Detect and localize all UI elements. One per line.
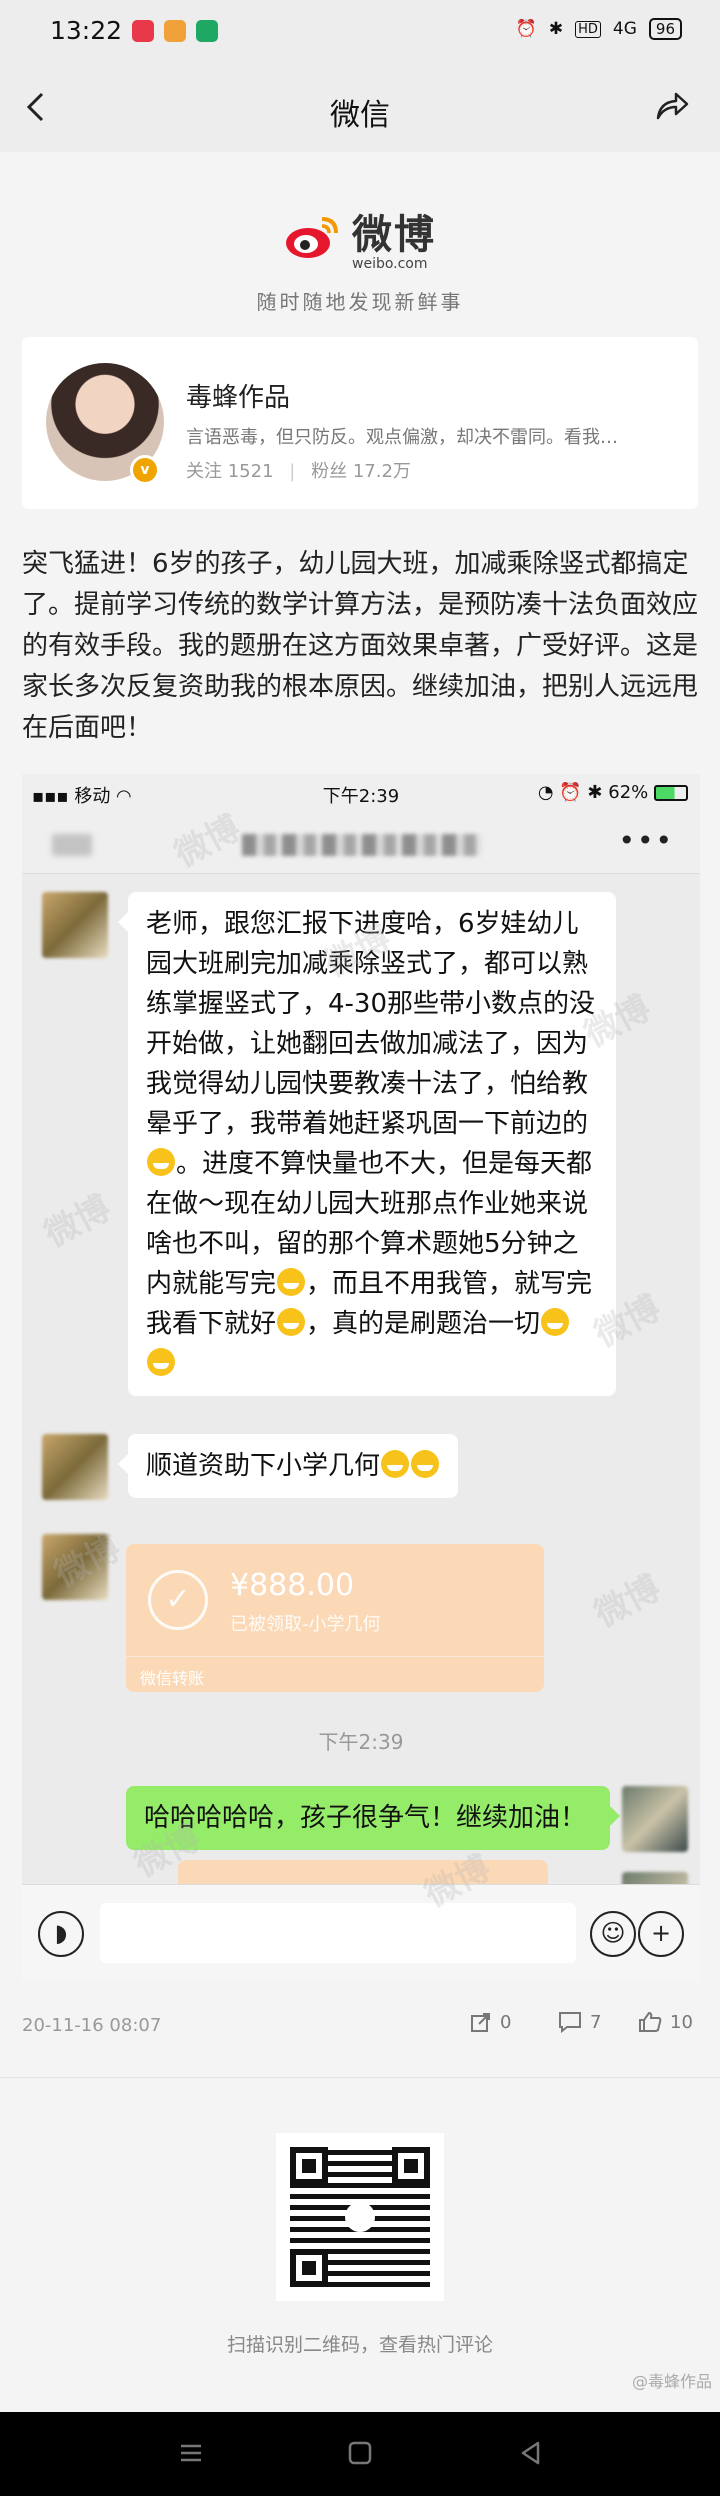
qr-pattern: [290, 2147, 430, 2287]
app-notification-icon: [164, 20, 186, 42]
post-date: 20-11-16 08:07: [22, 2015, 162, 2036]
weibo-slogan: 随时随地发现新鲜事: [256, 290, 464, 314]
qr-finder: [290, 2147, 328, 2185]
battery-icon: 96: [648, 18, 682, 40]
following-label: 关注: [186, 461, 222, 482]
profile-name[interactable]: 毒蜂作品: [186, 377, 290, 414]
weibo-logo: 微博 weibo.com: [0, 202, 720, 272]
laughing-emoji-icon: [147, 1148, 175, 1176]
weibo-logo-icon: [345, 2202, 375, 2232]
app-notification-icon: [132, 20, 154, 42]
qr-section: 扫描识别二维码，查看热门评论 @毒蜂作品: [0, 2077, 720, 2412]
status-indicators: ⏰ ✱ HD 4G 96: [516, 18, 682, 40]
emoji-icon: ☺: [590, 1911, 636, 1957]
grinning-emoji-icon: [541, 1308, 570, 1336]
sender-avatar: [42, 892, 108, 958]
post-text: 突飞猛进！6岁的孩子，幼儿园大班，加减乘除竖式都搞定了。提前学习传统的数学计算方…: [22, 549, 699, 743]
self-avatar: [622, 1786, 688, 1852]
qr-finder: [392, 2147, 430, 2185]
bluetooth-icon: ✱: [548, 19, 564, 39]
like-count: 10: [670, 2011, 693, 2033]
laughing-emoji-icon: [277, 1268, 306, 1296]
sender-avatar: [42, 1534, 108, 1600]
signal-label: 4G: [612, 19, 637, 39]
weibo-header: 微博 weibo.com 随时随地发现新鲜事: [0, 202, 720, 315]
weibo-page: 微博 weibo.com 随时随地发现新鲜事 v 毒蜂作品 言语恶毒，但只防反。…: [0, 152, 720, 2412]
message-input: [100, 1903, 576, 1963]
status-bar: 13:22 ⏰ ✱ HD 4G 96: [0, 0, 720, 62]
screenshot-chat-header: •••: [22, 812, 700, 874]
stats-divider: |: [289, 461, 296, 482]
watermark: 微博: [38, 1187, 118, 1256]
qr-finder: [290, 2249, 328, 2287]
share-icon[interactable]: [654, 88, 690, 124]
blurred-back-label: [52, 834, 92, 856]
check-icon: ✓: [148, 1570, 208, 1630]
chat-message-bubble-self: 哈哈哈哈哈，孩子很争气！继续加油！: [126, 1786, 620, 1850]
comment-button[interactable]: 7: [558, 2011, 601, 2033]
thumbs-up-icon: [639, 2011, 662, 2032]
repost-icon: [471, 2013, 490, 2032]
grinning-emoji-icon: [381, 1450, 410, 1478]
repost-button[interactable]: 0: [470, 2011, 511, 2033]
transfer-card: ✓ ¥888.00 已被领取-小学几何 微信转账: [126, 1544, 544, 1692]
alarm-icon: ⏰: [515, 19, 537, 39]
hd-icon: HD: [575, 20, 601, 38]
transfer-amount: ¥888.00: [230, 1568, 355, 1603]
grinning-emoji-icon: [147, 1348, 175, 1376]
watermark: 微博: [588, 1567, 668, 1636]
grinning-emoji-icon: [277, 1308, 306, 1336]
repost-count: 0: [500, 2011, 512, 2033]
comment-count: 7: [590, 2011, 602, 2033]
chat-message-bubble: 顺道资助下小学几何: [117, 1434, 459, 1498]
home-icon[interactable]: [347, 2440, 373, 2466]
nav-bar: 微信: [0, 62, 720, 152]
screenshot-battery: ◔ ⏰ ✱ 62%: [538, 782, 688, 803]
sender-avatar: [42, 1434, 108, 1500]
weibo-eye-icon: [286, 217, 338, 258]
qr-code[interactable]: [276, 2133, 444, 2301]
transfer-footer: 微信转账: [126, 1656, 544, 1692]
chat-timestamp: 下午2:39: [318, 1730, 404, 1754]
qr-caption: 扫描识别二维码，查看热门评论: [226, 2334, 493, 2356]
like-button[interactable]: 10: [638, 2011, 693, 2033]
voice-icon: ◗: [38, 1911, 84, 1957]
comment-icon: [559, 2012, 581, 2033]
grinning-emoji-icon: [411, 1450, 440, 1478]
chat-screenshot-image[interactable]: ▪▪▪ 移动 ◠ 下午2:39 ◔ ⏰ ✱ 62% ••• 老师，跟您汇报下进度…: [22, 774, 700, 1982]
app-notification-icon: [196, 20, 218, 42]
status-time: 13:22: [50, 16, 123, 45]
weibo-logo-text: 微博: [352, 212, 436, 258]
profile-card[interactable]: v 毒蜂作品 言语恶毒，但只防反。观点偏激，却决不雷同。看我… 关注 1521 …: [22, 337, 698, 509]
transfer-status: 已被领取-小学几何: [230, 1614, 381, 1635]
plus-icon: +: [638, 1911, 684, 1957]
menu-icon[interactable]: [178, 2440, 204, 2466]
system-nav-bar: [0, 2412, 720, 2496]
followers-count: 17.2万: [352, 461, 411, 482]
post-footer: 20-11-16 08:07 0 7 10: [0, 2007, 720, 2057]
author-watermark: @毒蜂作品: [631, 2372, 712, 2391]
verified-badge-icon: v: [130, 455, 160, 485]
back-icon[interactable]: [518, 2440, 544, 2466]
following-count: 1521: [227, 461, 274, 482]
page-title: 微信: [330, 98, 390, 133]
followers-label: 粉丝: [311, 461, 348, 482]
blurred-chat-title: [242, 834, 482, 856]
profile-bio: 言语恶毒，但只防反。观点偏激，却决不雷同。看我…: [186, 427, 618, 448]
screenshot-input-bar: ◗ ☺ +: [22, 1884, 700, 1982]
more-dots-icon: •••: [618, 824, 674, 857]
screenshot-status-bar: ▪▪▪ 移动 ◠ 下午2:39 ◔ ⏰ ✱ 62%: [22, 774, 700, 812]
profile-stats: 关注 1521 | 粉丝 17.2万: [186, 457, 411, 483]
chat-message-bubble: 老师，跟您汇报下进度哈，6岁娃幼儿园大班刷完加减乘除竖式了，都可以熟练掌握竖式了…: [118, 892, 616, 1396]
weibo-logo-domain: weibo.com: [352, 256, 428, 272]
